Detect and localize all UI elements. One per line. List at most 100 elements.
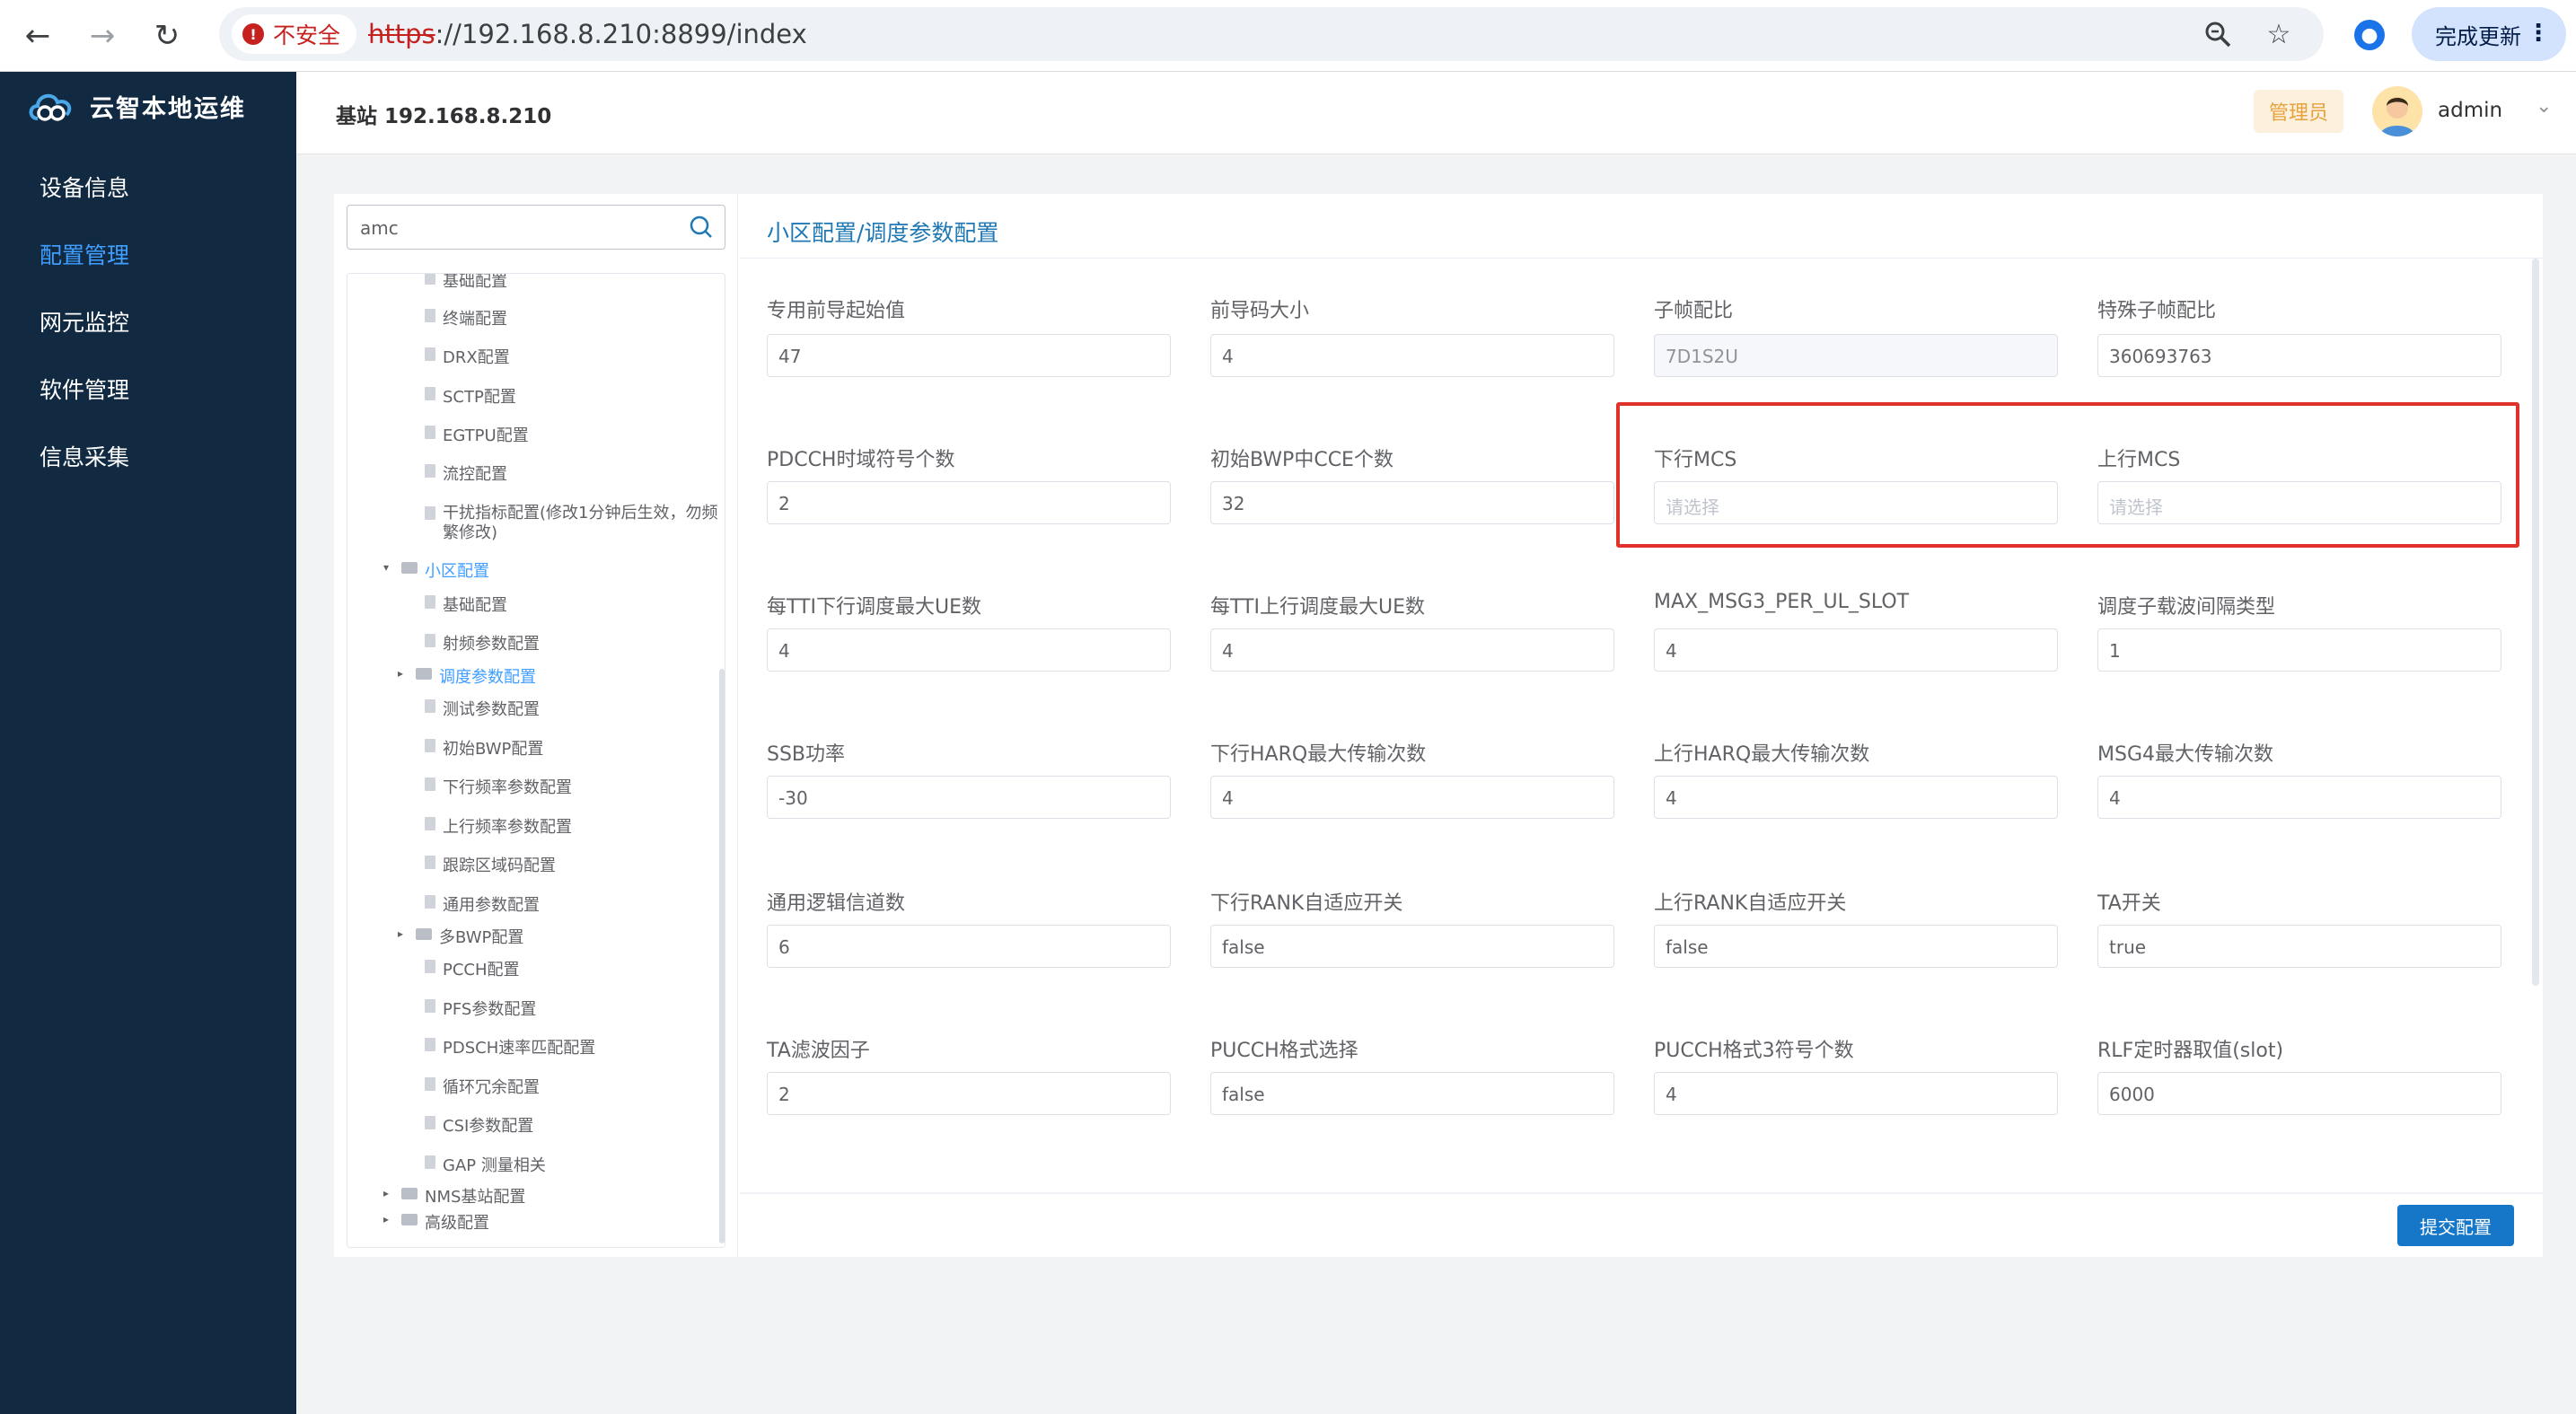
zoom-icon[interactable] [2202, 18, 2234, 50]
ta-filter-factor-input[interactable]: 2 [767, 1072, 1171, 1115]
subcarrier-spacing-type-input[interactable]: 1 [2097, 628, 2501, 672]
file-icon [425, 309, 435, 322]
tree-scrollbar[interactable] [719, 669, 725, 1243]
tree-node[interactable]: SCTP配置 [425, 384, 516, 408]
cloud-logo-icon [29, 93, 72, 121]
logical-channel-count-input[interactable]: 6 [767, 925, 1171, 968]
caret-right-icon[interactable]: ▸ [383, 1187, 394, 1199]
chevron-down-icon[interactable]: ⌄ [2536, 95, 2552, 118]
tree-node[interactable]: 干扰指标配置(修改1分钟后生效，勿频繁修改) [425, 504, 725, 543]
ta-switch-input[interactable]: true [2097, 925, 2501, 968]
caret-down-icon[interactable]: ▾ [383, 561, 394, 574]
downlink-mcs-select[interactable]: 请选择 [1654, 481, 2058, 524]
file-icon [425, 999, 435, 1013]
back-icon[interactable]: ← [13, 11, 63, 61]
tree-node-advanced[interactable]: ▸ 高级配置 [383, 1210, 489, 1234]
field-label: TA开关 [2097, 892, 2161, 915]
folder-icon [416, 668, 432, 680]
tree-node[interactable]: 射频参数配置 [425, 631, 540, 654]
tree-node[interactable]: 基础配置 [425, 593, 507, 616]
initial-bwp-cce-input[interactable]: 32 [1210, 481, 1614, 524]
menu-software-management[interactable]: 软件管理 [40, 373, 129, 405]
dl-max-ue-per-tti-input[interactable]: 4 [767, 628, 1171, 672]
station-title: 基站 192.168.8.210 [336, 105, 552, 128]
dedicated-preamble-start-input[interactable]: 47 [767, 334, 1171, 377]
tree-node-nms[interactable]: ▸ NMS基站配置 [383, 1184, 525, 1208]
field-label: 特殊子帧配比 [2097, 300, 2217, 322]
file-icon [425, 1116, 435, 1129]
tree-node-cell-config[interactable]: ▾ 小区配置 [383, 558, 489, 582]
folder-icon [401, 562, 418, 574]
pucch-format-input[interactable]: false [1210, 1072, 1614, 1115]
uplink-mcs-select[interactable]: 请选择 [2097, 481, 2501, 524]
tree-node[interactable]: CSI参数配置 [425, 1113, 533, 1137]
pucch-format3-symbols-input[interactable]: 4 [1654, 1072, 2058, 1115]
address-bar[interactable]: ! 不安全 https://192.168.8.210:8899/index ☆ [219, 7, 2324, 61]
tree-node[interactable]: GAP 测量相关 [425, 1153, 546, 1176]
tree-node[interactable]: 终端配置 [425, 306, 507, 329]
menu-config-management[interactable]: 配置管理 [40, 238, 129, 270]
submit-config-button[interactable]: 提交配置 [2397, 1205, 2514, 1246]
file-icon [425, 817, 435, 830]
tree-node[interactable]: 下行频率参数配置 [425, 775, 572, 798]
subframe-ratio-input: 7D1S2U [1654, 334, 2058, 377]
menu-network-monitor[interactable]: 网元监控 [40, 305, 129, 338]
tree-node[interactable]: 循环冗余配置 [425, 1075, 540, 1098]
tree-node[interactable]: 上行频率参数配置 [425, 814, 572, 838]
tree-node[interactable]: PFS参数配置 [425, 997, 536, 1020]
more-menu-icon[interactable]: ⋮ [2527, 20, 2550, 47]
ul-harq-max-tx-input[interactable]: 4 [1654, 776, 2058, 819]
tree-node[interactable]: 跟踪区域码配置 [425, 853, 556, 876]
tree-node[interactable]: 初始BWP配置 [425, 736, 543, 760]
tree-node-schedule-params[interactable]: ▸ 调度参数配置 [398, 664, 536, 688]
url-text[interactable]: https://192.168.8.210:8899/index [368, 19, 807, 49]
tree-node[interactable]: PDSCH速率匹配配置 [425, 1035, 595, 1058]
tree-node[interactable]: 通用参数配置 [425, 892, 540, 916]
tree-node-multi-bwp[interactable]: ▸ 多BWP配置 [398, 925, 523, 948]
ul-max-ue-per-tti-input[interactable]: 4 [1210, 628, 1614, 672]
dl-harq-max-tx-input[interactable]: 4 [1210, 776, 1614, 819]
caret-right-icon[interactable]: ▸ [398, 927, 409, 940]
pdcch-symbols-input[interactable]: 2 [767, 481, 1171, 524]
field-label: TA滤波因子 [767, 1040, 870, 1062]
menu-device-info[interactable]: 设备信息 [40, 171, 129, 203]
field-label: SSB功率 [767, 743, 846, 766]
tree-node[interactable]: 基础配置 [425, 274, 507, 292]
caret-right-icon[interactable]: ▸ [383, 1213, 394, 1225]
profile-button[interactable]: ● [2347, 13, 2392, 57]
msg4-max-tx-input[interactable]: 4 [2097, 776, 2501, 819]
field-label: MSG4最大传输次数 [2097, 743, 2273, 766]
file-icon [425, 895, 435, 909]
form-scrollbar[interactable] [2532, 259, 2539, 986]
file-icon [425, 960, 435, 973]
tree-node[interactable]: PCCH配置 [425, 957, 520, 980]
update-button[interactable]: 完成更新 ⋮ [2412, 7, 2566, 61]
tree-node[interactable]: EGTPU配置 [425, 423, 529, 446]
reload-icon[interactable]: ↻ [142, 11, 192, 61]
tree-node[interactable]: 测试参数配置 [425, 697, 540, 720]
ul-rank-adapt-input[interactable]: false [1654, 925, 2058, 968]
search-icon[interactable] [685, 211, 717, 243]
menu-info-collection[interactable]: 信息采集 [40, 440, 129, 472]
person-icon: ● [2354, 20, 2385, 50]
file-icon [425, 699, 435, 713]
tree-node[interactable]: 流控配置 [425, 461, 507, 485]
field-label: 上行HARQ最大传输次数 [1654, 743, 1870, 766]
ssb-power-input[interactable]: -30 [767, 776, 1171, 819]
forward-icon[interactable]: → [77, 11, 127, 61]
security-chip[interactable]: ! 不安全 [232, 14, 357, 54]
field-label: 下行MCS [1654, 449, 1737, 471]
tree-search-input[interactable]: amc [347, 205, 725, 250]
username[interactable]: admin [2438, 99, 2502, 122]
tree-node[interactable]: DRX配置 [425, 345, 510, 368]
preamble-size-input[interactable]: 4 [1210, 334, 1614, 377]
max-msg3-per-ul-slot-input[interactable]: 4 [1654, 628, 2058, 672]
field-label: 下行HARQ最大传输次数 [1210, 743, 1427, 766]
file-icon [425, 506, 435, 520]
dl-rank-adapt-input[interactable]: false [1210, 925, 1614, 968]
avatar[interactable] [2372, 86, 2422, 136]
bookmark-star-icon[interactable]: ☆ [2263, 18, 2295, 50]
special-subframe-ratio-input[interactable]: 360693763 [2097, 334, 2501, 377]
caret-right-icon[interactable]: ▸ [398, 667, 409, 680]
rlf-timer-input[interactable]: 6000 [2097, 1072, 2501, 1115]
